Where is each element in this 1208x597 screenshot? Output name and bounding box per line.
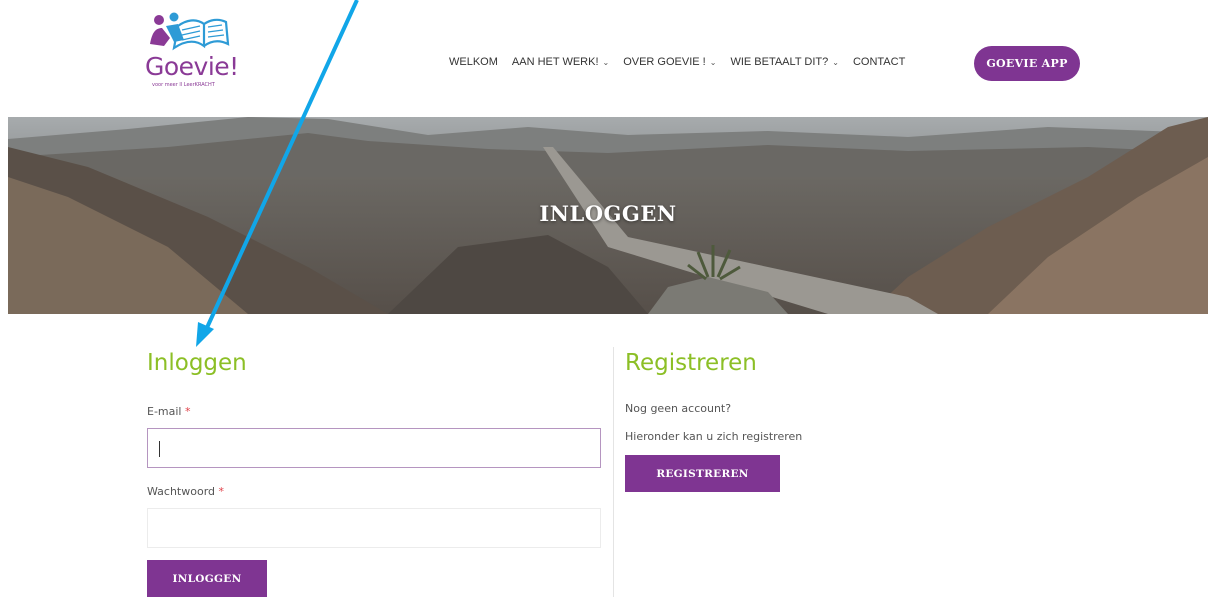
register-text-instructions: Hieronder kan u zich registreren xyxy=(625,430,803,443)
site-header: Goevie! voor meer ll LeerKRACHT WELKOM A… xyxy=(0,0,1208,117)
nav-item-label: AAN HET WERK! xyxy=(511,56,599,68)
goevie-logo[interactable]: Goevie! voor meer ll LeerKRACHT xyxy=(144,12,254,92)
goevie-app-button[interactable]: GOEVIE APP xyxy=(974,46,1080,81)
hero-banner: INLOGGEN xyxy=(8,117,1208,314)
login-section: Inloggen E-mail * Wachtwoord * INLOGGEN xyxy=(147,350,602,597)
logo-tagline: voor meer ll LeerKRACHT xyxy=(152,82,215,88)
nav-item-label: WIE BETAALT DIT? xyxy=(730,56,829,68)
chevron-down-icon: ⌄ xyxy=(832,57,839,67)
nav-item-label: CONTACT xyxy=(852,56,906,68)
nav-item-label: WELKOM xyxy=(449,56,498,68)
column-divider xyxy=(613,347,614,597)
password-label-text: Wachtwoord xyxy=(147,485,216,498)
logo-wordmark: Goevie! xyxy=(145,52,239,81)
nav-item-contact[interactable]: CONTACT xyxy=(853,56,905,68)
nav-item-over-goevie[interactable]: OVER GOEVIE ! ⌄ xyxy=(623,56,716,68)
main-nav: WELKOM AAN HET WERK! ⌄ OVER GOEVIE ! ⌄ W… xyxy=(449,56,919,68)
register-section: Registreren Nog geen account? Hieronder … xyxy=(625,350,1105,492)
login-title: Inloggen xyxy=(147,350,247,376)
required-asterisk: * xyxy=(185,405,191,418)
required-asterisk: * xyxy=(218,485,225,498)
email-input[interactable] xyxy=(147,428,601,468)
email-label-text: E-mail xyxy=(147,405,182,418)
text-caret xyxy=(159,441,160,457)
register-title: Registreren xyxy=(625,350,757,376)
register-button[interactable]: REGISTREREN xyxy=(625,455,780,492)
chevron-down-icon: ⌄ xyxy=(709,57,717,67)
password-input[interactable] xyxy=(147,508,601,548)
nav-item-label: OVER GOEVIE ! xyxy=(623,56,706,68)
hero-title: INLOGGEN xyxy=(539,201,677,226)
nav-item-welkom[interactable]: WELKOM xyxy=(449,56,498,68)
logo-book-people-icon xyxy=(150,12,230,51)
register-text-no-account: Nog geen account? xyxy=(625,402,732,415)
email-label: E-mail * xyxy=(147,405,191,418)
password-label: Wachtwoord * xyxy=(147,485,224,498)
nav-item-aan-het-werk[interactable]: AAN HET WERK! ⌄ xyxy=(512,56,609,68)
login-submit-button[interactable]: INLOGGEN xyxy=(147,560,267,597)
nav-item-wie-betaalt-dit[interactable]: WIE BETAALT DIT? ⌄ xyxy=(730,56,839,68)
chevron-down-icon: ⌄ xyxy=(602,57,610,67)
